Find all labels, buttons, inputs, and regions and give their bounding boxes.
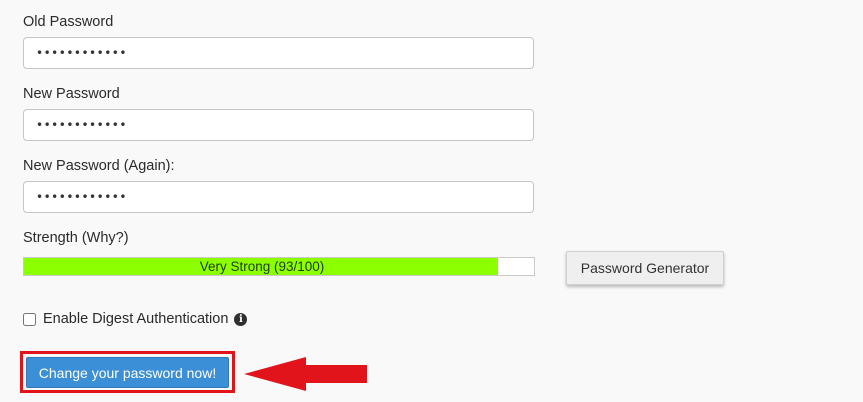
new-password-again-field[interactable] bbox=[23, 181, 534, 213]
info-circle-icon[interactable]: i bbox=[234, 312, 248, 326]
old-password-field[interactable] bbox=[23, 37, 534, 69]
old-password-label: Old Password bbox=[23, 14, 114, 30]
new-password-field[interactable] bbox=[23, 109, 534, 141]
change-password-button[interactable]: Change your password now! bbox=[26, 357, 229, 388]
digest-auth-label[interactable]: Enable Digest Authentication bbox=[43, 311, 228, 327]
digest-auth-checkbox[interactable] bbox=[23, 312, 36, 326]
strength-label: Strength (Why?) bbox=[23, 230, 129, 246]
new-password-again-label: New Password (Again): bbox=[23, 158, 175, 174]
strength-meter-text: Very Strong (93/100) bbox=[199, 259, 325, 274]
strength-meter: Very Strong (93/100) bbox=[23, 257, 535, 276]
new-password-label: New Password bbox=[23, 86, 120, 102]
password-generator-button[interactable]: Password Generator bbox=[566, 251, 724, 285]
digest-auth-row: Enable Digest Authentication i bbox=[23, 311, 248, 327]
left-arrow-icon bbox=[244, 357, 367, 391]
